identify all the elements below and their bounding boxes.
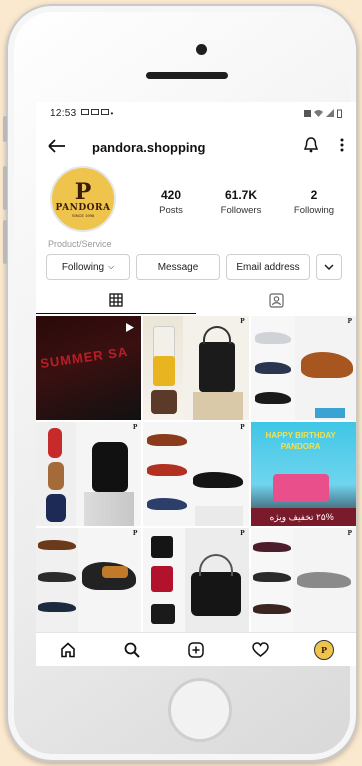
status-time: 12:53 — [50, 107, 77, 119]
screen: 12:53 • pandora.shopping P PANDORA SINCE… — [36, 102, 356, 666]
profile-category: Product/Service — [48, 239, 112, 249]
logo-mark: P — [74, 178, 92, 205]
watermark-logo: P — [240, 530, 245, 537]
back-arrow-icon[interactable] — [48, 136, 78, 159]
side-button-top — [3, 116, 7, 142]
following-button-label: Following — [61, 261, 105, 273]
wifi-icon — [314, 110, 323, 117]
bell-icon[interactable] — [303, 137, 319, 157]
watermark-logo: P — [347, 318, 352, 325]
avatar[interactable]: P PANDORA SINCE 1998 — [50, 166, 116, 232]
battery-icon — [337, 109, 342, 118]
following-button[interactable]: Following ⌵ — [46, 254, 130, 280]
notification-icons: • — [80, 108, 114, 118]
posts-label: Posts — [159, 205, 183, 216]
profile-summary: P PANDORA SINCE 1998 420 Posts 61.7K Fol… — [48, 166, 348, 238]
watermark-logo: P — [132, 530, 138, 537]
posts-count: 420 — [160, 188, 182, 202]
front-camera — [196, 44, 207, 55]
watermark-logo: P — [240, 424, 245, 431]
watermark-logo: P — [347, 530, 352, 537]
suggested-accounts-button[interactable] — [316, 254, 342, 280]
grid-icon — [109, 292, 123, 307]
following-label: Following — [293, 205, 335, 216]
followers-label: Followers — [220, 205, 262, 216]
post-thumbnail[interactable]: P — [143, 316, 249, 420]
bottom-navigation: P — [36, 632, 356, 666]
following-count: 2 — [310, 188, 318, 202]
nav-logo-mark: P — [320, 644, 327, 655]
posts-stat[interactable]: 420 Posts — [146, 188, 196, 216]
watermark-logo: P — [240, 318, 245, 325]
post-thumbnail[interactable]: P — [36, 528, 142, 632]
system-icons — [304, 109, 342, 118]
email-button-label: Email address — [236, 261, 300, 273]
following-stat[interactable]: 2 Following — [284, 188, 344, 216]
dot-icon: • — [110, 108, 114, 118]
post-thumbnail[interactable]: P — [143, 422, 249, 526]
profile-tabs — [36, 286, 356, 314]
status-bar: 12:53 • — [36, 102, 356, 124]
message-button[interactable]: Message — [136, 254, 220, 280]
post-thumbnail[interactable]: P — [250, 316, 356, 420]
logo-text: PANDORA — [55, 202, 111, 213]
side-button-volume-down — [3, 220, 7, 264]
home-button[interactable] — [168, 678, 232, 742]
tab-grid[interactable] — [36, 286, 196, 314]
side-button-volume-up — [3, 166, 7, 210]
home-icon[interactable] — [58, 640, 78, 660]
post-thumbnail[interactable]: P — [143, 528, 249, 632]
post-thumbnail[interactable]: HAPPY BIRTHDAY PANDORA ۲۵% تخفیف ویژه — [250, 422, 356, 526]
chevron-down-icon: ⌵ — [108, 262, 115, 271]
logo-sub: SINCE 1998 — [71, 212, 95, 218]
post-thumbnail[interactable]: P — [36, 422, 142, 526]
heart-icon[interactable] — [250, 640, 270, 660]
message-button-label: Message — [157, 261, 199, 273]
search-icon[interactable] — [122, 640, 142, 660]
profile-tab-avatar[interactable]: P — [314, 639, 334, 660]
followers-count: 61.7K — [224, 188, 258, 202]
earpiece-speaker — [146, 72, 228, 79]
notification-icon — [80, 108, 89, 115]
chevron-down-icon — [324, 264, 334, 270]
post-thumbnail[interactable]: P — [250, 528, 356, 632]
posts-grid: SUMMER SA P P P P HAPPY BIRTHDAY PANDORA… — [36, 316, 356, 632]
email-button[interactable]: Email address — [226, 254, 310, 280]
play-icon — [126, 323, 135, 332]
post6-footer: ۲۵% تخفیف ویژه — [269, 512, 334, 522]
profile-header: pandora.shopping — [36, 132, 356, 162]
post6-text: HAPPY BIRTHDAY PANDORA — [265, 431, 336, 451]
watermark-logo: P — [132, 424, 138, 431]
tagged-person-icon — [268, 292, 284, 308]
tab-tagged[interactable] — [196, 286, 356, 314]
profile-actions: Following ⌵ Message Email address — [46, 254, 348, 280]
more-vertical-icon[interactable] — [340, 138, 344, 157]
message-icon — [100, 108, 109, 115]
post-thumbnail[interactable]: SUMMER SA — [36, 316, 142, 420]
alarm-icon — [304, 109, 311, 117]
post1-banner: SUMMER SA — [39, 343, 130, 372]
add-post-icon[interactable] — [186, 640, 206, 660]
image-icon — [90, 108, 99, 115]
signal-icon — [326, 109, 334, 117]
followers-stat[interactable]: 61.7K Followers — [210, 188, 272, 216]
profile-username: pandora.shopping — [92, 139, 206, 155]
